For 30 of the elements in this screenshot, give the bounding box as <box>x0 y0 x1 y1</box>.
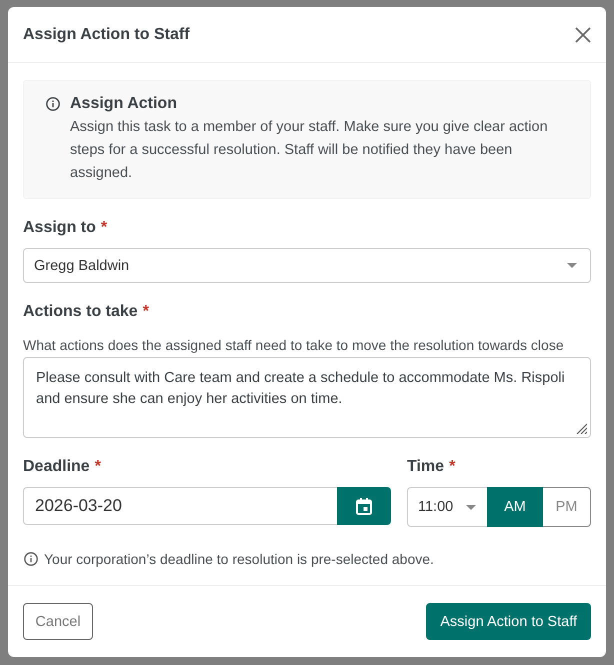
caret-icon <box>466 504 476 510</box>
period-toggle[interactable]: AM <box>487 487 543 527</box>
info-text: Assign this task to a member of your staff. Make sure you give clear action steps for a successful resolution. Staff will be notified they have been assigned. <box>70 118 549 183</box>
field-label: Deadline <box>23 457 90 477</box>
field-label: Time <box>407 457 444 477</box>
field-label: Assign to <box>23 218 96 238</box>
info-icon <box>46 97 60 111</box>
actions-textarea[interactable]: Please consult with Care team and create a schedule to accommodate Ms. Rispoli and ensure she can enjoy her activities on time. <box>23 357 591 438</box>
required-mark: * <box>142 302 149 322</box>
required-mark: * <box>100 218 108 238</box>
required-mark: * <box>94 457 101 477</box>
date-field[interactable]: 2026-03-20 <box>23 487 337 525</box>
field-hint: What actions does the assigned staff need to take to move the resolution towards close <box>23 336 565 354</box>
assign-to-select[interactable]: Gregg Baldwin <box>23 248 591 283</box>
dialog-title: Assign Action to Staff <box>23 26 190 44</box>
assign-button[interactable]: Assign Action to Staff <box>426 603 591 640</box>
field-label: Actions to take <box>23 302 138 322</box>
caret-icon <box>567 263 577 268</box>
resize-handle-icon[interactable] <box>576 423 587 434</box>
cancel-button[interactable]: Cancel <box>23 603 93 640</box>
close-icon <box>575 26 591 42</box>
required-mark: * <box>449 457 456 477</box>
close-button[interactable] <box>575 26 591 42</box>
time-select[interactable]: 11:00 <box>407 487 487 527</box>
calendar-button[interactable] <box>337 487 391 525</box>
period-toggle[interactable]: PM <box>543 487 591 527</box>
deadline-note: Your corporation’s deadline to resolution is pre-selected above. <box>44 550 434 568</box>
calendar-icon <box>356 498 372 514</box>
info-icon <box>24 552 38 566</box>
info-title: Assign Action <box>70 94 178 114</box>
